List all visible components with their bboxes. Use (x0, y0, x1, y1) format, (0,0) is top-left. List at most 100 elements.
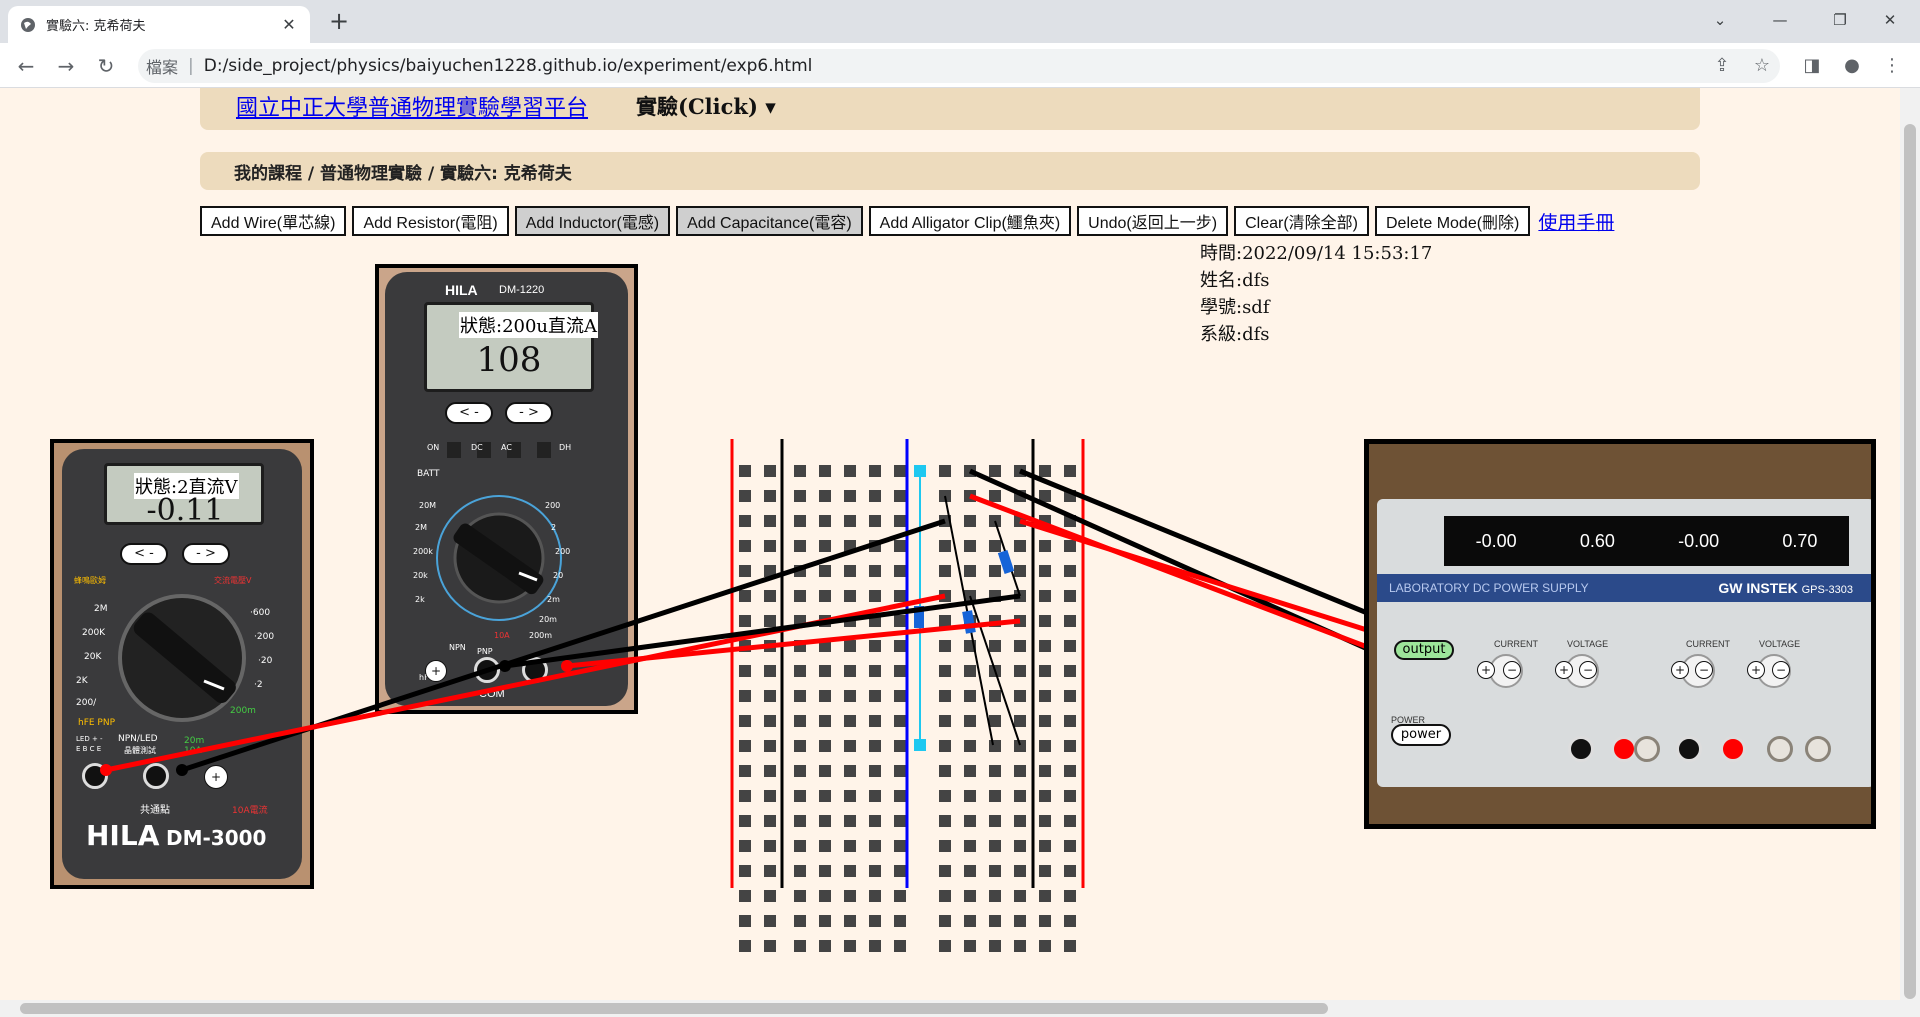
breadboard-hole[interactable] (794, 715, 806, 727)
breadboard-hole[interactable] (894, 665, 906, 677)
breadboard-hole[interactable] (794, 865, 806, 877)
side-panel-icon[interactable]: ◨ (1800, 54, 1824, 78)
breadboard-hole[interactable] (819, 740, 831, 752)
breadboard-hole[interactable] (939, 615, 951, 627)
breadboard-hole[interactable] (739, 790, 751, 802)
breadboard-hole[interactable] (1014, 565, 1026, 577)
breadboard-hole[interactable] (939, 465, 951, 477)
breadboard-hole[interactable] (844, 765, 856, 777)
breadboard-hole[interactable] (869, 640, 881, 652)
breadboard-hole[interactable] (739, 715, 751, 727)
breadboard-hole[interactable] (869, 665, 881, 677)
breadboard-hole[interactable] (819, 540, 831, 552)
breadboard-hole[interactable] (1039, 740, 1051, 752)
breadboard-hole[interactable] (894, 565, 906, 577)
breadboard-hole[interactable] (869, 490, 881, 502)
breadboard-hole[interactable] (764, 715, 776, 727)
breadboard-hole[interactable] (989, 890, 1001, 902)
breadboard-hole[interactable] (794, 765, 806, 777)
breadboard-hole[interactable] (869, 565, 881, 577)
breadboard-hole[interactable] (1014, 940, 1026, 952)
breadboard-hole[interactable] (764, 865, 776, 877)
breadboard-hole[interactable] (894, 765, 906, 777)
breadboard-hole[interactable] (739, 890, 751, 902)
aux-terminal[interactable] (1767, 736, 1793, 762)
breadboard-hole[interactable] (964, 515, 976, 527)
breadboard-hole[interactable] (1064, 665, 1076, 677)
breadboard-hole[interactable] (819, 490, 831, 502)
breadboard-hole[interactable] (1039, 940, 1051, 952)
breadboard-hole[interactable] (764, 940, 776, 952)
breadboard-hole[interactable] (1039, 815, 1051, 827)
breadboard-hole[interactable] (894, 590, 906, 602)
breadboard-hole[interactable] (764, 740, 776, 752)
breadboard-hole[interactable] (1064, 740, 1076, 752)
breadboard-hole[interactable] (989, 865, 1001, 877)
breadboard-hole[interactable] (819, 665, 831, 677)
breadboard-hole[interactable] (739, 915, 751, 927)
breadboard-hole[interactable] (989, 715, 1001, 727)
breadboard-hole[interactable] (739, 740, 751, 752)
breadboard-hole[interactable] (989, 790, 1001, 802)
breadboard-hole[interactable] (939, 940, 951, 952)
breadboard-hole[interactable] (1014, 690, 1026, 702)
breadboard-hole[interactable] (869, 940, 881, 952)
breadboard-hole[interactable] (1014, 840, 1026, 852)
breadboard-hole[interactable] (1039, 790, 1051, 802)
share-icon[interactable]: ⇪ (1710, 54, 1734, 78)
breadboard-hole[interactable] (1039, 690, 1051, 702)
breadboard-hole[interactable] (964, 940, 976, 952)
breadboard-hole[interactable] (894, 490, 906, 502)
breadboard-hole[interactable] (819, 465, 831, 477)
breadboard-hole[interactable] (1064, 790, 1076, 802)
breadboard-hole[interactable] (794, 540, 806, 552)
breadboard-hole[interactable] (894, 640, 906, 652)
breadboard-hole[interactable] (794, 890, 806, 902)
ch1-neg-terminal[interactable] (1676, 736, 1702, 762)
breadboard-hole[interactable] (739, 615, 751, 627)
breadboard-hole[interactable] (819, 715, 831, 727)
breadboard-hole[interactable] (794, 740, 806, 752)
breadboard-hole[interactable] (739, 465, 751, 477)
breadboard-hole[interactable] (989, 765, 1001, 777)
breadboard-hole[interactable] (739, 515, 751, 527)
breadboard-hole[interactable] (989, 740, 1001, 752)
breadboard-hole[interactable] (964, 690, 976, 702)
breadboard-hole[interactable] (764, 890, 776, 902)
ch1-voltage-up-button[interactable]: + (1747, 661, 1765, 679)
breadboard-hole[interactable] (1039, 615, 1051, 627)
breadboard-hole[interactable] (794, 790, 806, 802)
breadboard-hole[interactable] (739, 940, 751, 952)
ch2-voltage-up-button[interactable]: + (1555, 661, 1573, 679)
breadboard-hole[interactable] (1064, 615, 1076, 627)
breadboard-hole[interactable] (869, 890, 881, 902)
breadboard-hole[interactable] (844, 940, 856, 952)
breadboard-hole[interactable] (844, 815, 856, 827)
breadboard-hole[interactable] (989, 540, 1001, 552)
breadboard-hole[interactable] (764, 515, 776, 527)
breadboard-hole[interactable] (869, 590, 881, 602)
wire-cyan-end[interactable] (914, 739, 926, 751)
breadboard-hole[interactable] (794, 515, 806, 527)
breadboard-hole[interactable] (989, 840, 1001, 852)
breadboard-hole[interactable] (1039, 640, 1051, 652)
breadboard-hole[interactable] (964, 840, 976, 852)
url-text[interactable]: D:/side_project/physics/baiyuchen1228.gi… (204, 56, 813, 76)
profile-icon[interactable]: ● (1840, 54, 1864, 78)
breadboard-hole[interactable] (794, 490, 806, 502)
breadboard-hole[interactable] (869, 865, 881, 877)
breadboard-hole[interactable] (844, 915, 856, 927)
breadboard-hole[interactable] (869, 690, 881, 702)
breadboard-hole[interactable] (939, 890, 951, 902)
breadboard-hole[interactable] (1039, 865, 1051, 877)
breadboard-hole[interactable] (794, 665, 806, 677)
aux-terminal[interactable] (1805, 736, 1831, 762)
breadboard-hole[interactable] (964, 815, 976, 827)
breadboard-hole[interactable] (739, 865, 751, 877)
breadboard-hole[interactable] (1014, 890, 1026, 902)
breadboard-hole[interactable] (739, 590, 751, 602)
browser-tab[interactable]: 實驗六: 克希荷夫 ✕ (8, 6, 310, 43)
breadboard-hole[interactable] (964, 715, 976, 727)
breadboard-hole[interactable] (764, 665, 776, 677)
breadboard-hole[interactable] (739, 815, 751, 827)
